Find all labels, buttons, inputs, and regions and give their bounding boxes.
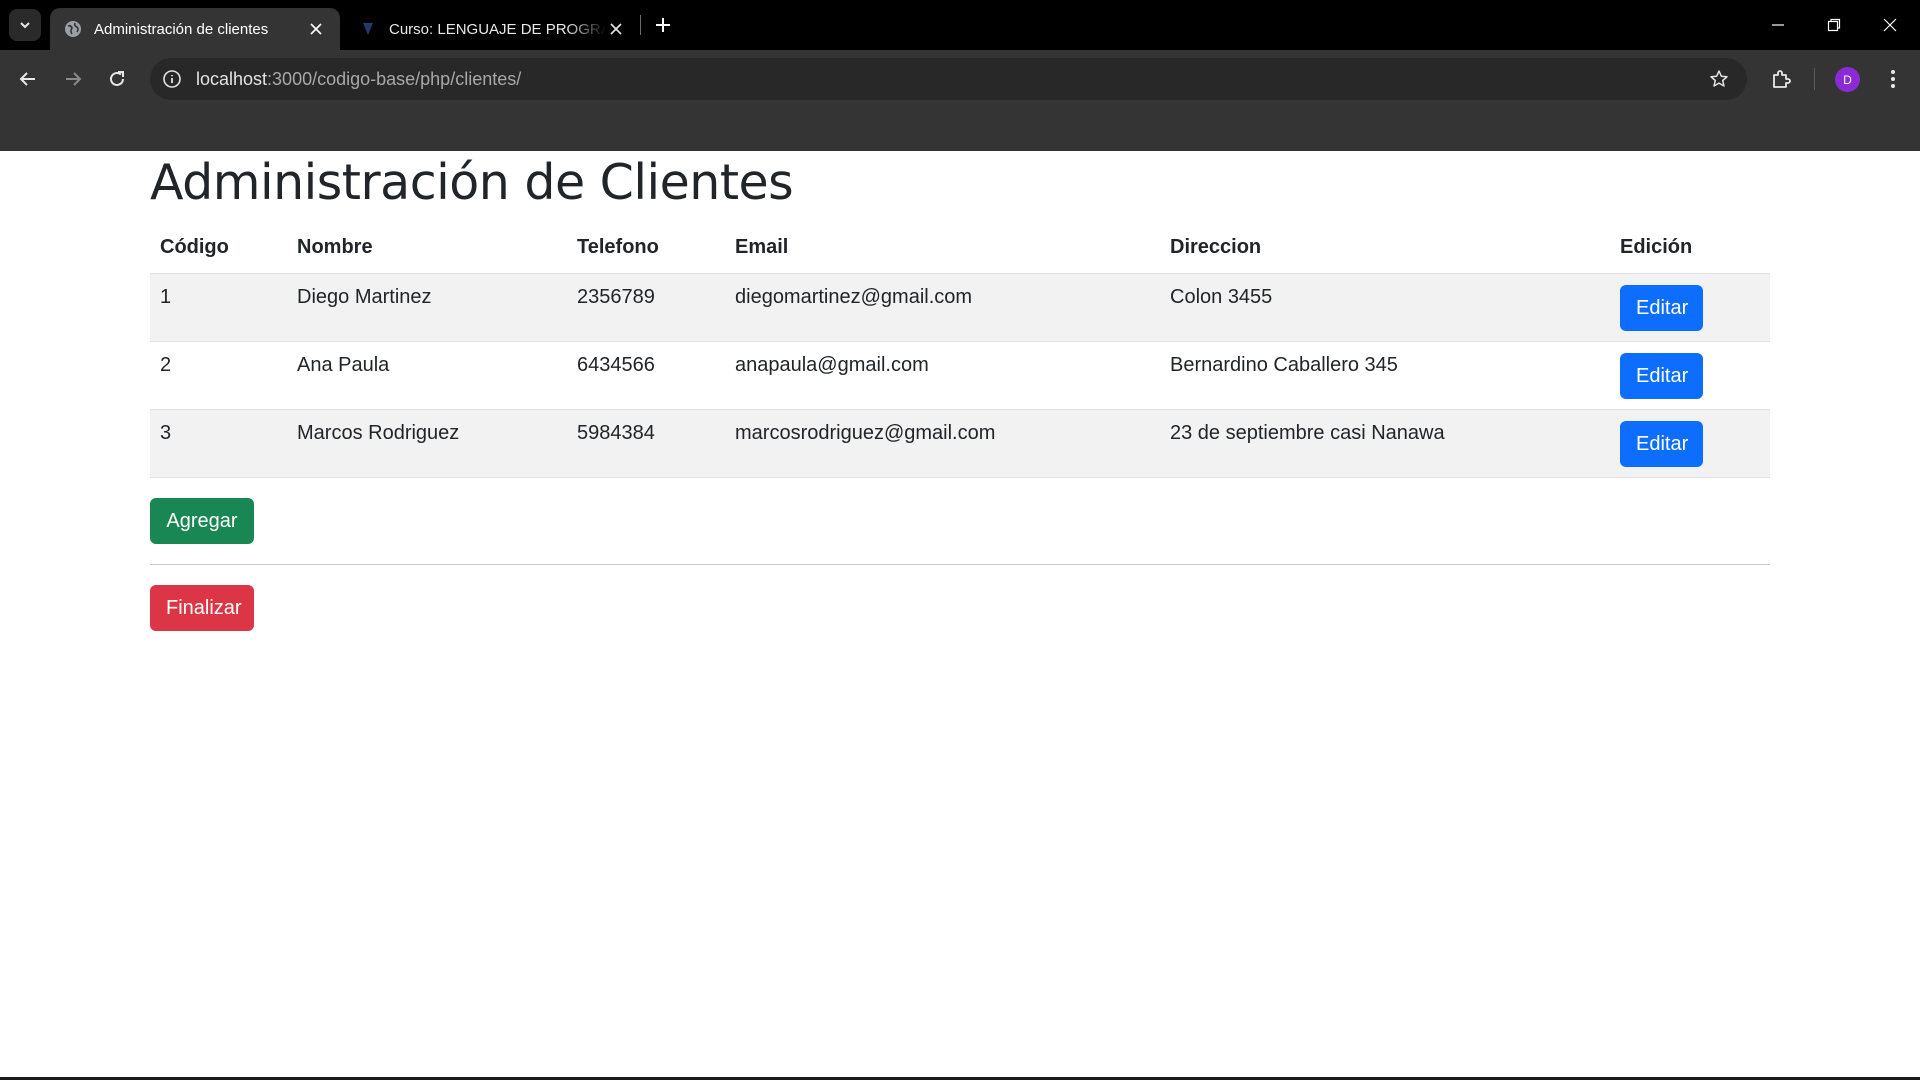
tab-title: Administración de clientes [94,20,269,38]
cell-actions: Editar [1610,341,1770,410]
column-header-codigo: Código [150,223,287,274]
star-icon [1710,70,1728,87]
cell-actions: Editar [1610,273,1770,342]
cell-codigo: 3 [150,409,287,478]
close-tab-button[interactable] [306,19,326,39]
tab-search-icon [20,22,30,29]
site-info-button[interactable] [160,67,184,91]
globe-icon [64,20,82,38]
edit-button[interactable]: Editar [1620,420,1703,467]
profile-avatar[interactable]: D [1835,67,1860,92]
cell-codigo: 2 [150,341,287,410]
cell-nombre: Diego Martinez [287,273,567,342]
minimize-button[interactable] [1750,0,1806,50]
tab-title: Curso: LENGUAJE DE PROGRAMACIÓN [389,20,606,38]
forward-button[interactable] [56,62,90,96]
address-bar[interactable]: localhost:3000/codigo-base/php/clientes/ [150,58,1747,100]
cell-telefono: 6434566 [567,341,725,410]
cell-direccion: 23 de septiembre casi Nanawa [1160,409,1610,478]
tab-strip: Administración de clientes Curso: LENGUA… [0,0,1920,50]
reload-icon [110,71,124,86]
close-icon [610,23,622,35]
restore-icon [1827,18,1841,32]
close-icon [1883,18,1897,32]
url-host: localhost [196,69,268,89]
info-icon [163,70,181,88]
column-header-direccion: Direccion [1160,223,1610,274]
cell-direccion: Bernardino Caballero 345 [1160,341,1610,410]
url-text: localhost:3000/codigo-base/php/clientes/ [196,69,521,90]
cell-nombre: Marcos Rodriguez [287,409,567,478]
table-row: 2 Ana Paula 6434566 anapaula@gmail.com B… [150,341,1770,410]
new-tab-button[interactable] [650,12,676,38]
tab-administracion-clientes[interactable]: Administración de clientes [50,8,340,50]
toolbar-divider [1814,68,1815,90]
browser-toolbar: localhost:3000/codigo-base/php/clientes/… [0,50,1920,151]
cell-direccion: Colon 3455 [1160,273,1610,342]
close-icon [310,23,322,35]
restore-button[interactable] [1806,0,1862,50]
column-header-telefono: Telefono [567,223,725,274]
cell-telefono: 2356789 [567,273,725,342]
extensions-button[interactable] [1766,64,1796,94]
table-row: 1 Diego Martinez 2356789 diegomartinez@g… [150,273,1770,342]
table-row: 3 Marcos Rodriguez 5984384 marcosrodrigu… [150,409,1770,478]
reload-button[interactable] [100,62,134,96]
site-favicon-icon [359,20,377,38]
tab-curso[interactable]: Curso: LENGUAJE DE PROGRAMACIÓN [345,8,640,50]
cell-nombre: Ana Paula [287,341,567,410]
column-header-edicion: Edición [1610,223,1770,274]
finish-button[interactable]: Finalizar [150,584,254,631]
add-client-button[interactable]: Agregar [150,497,254,544]
cell-email: anapaula@gmail.com [725,341,1160,410]
clients-table: Código Nombre Telefono Email Direccion E… [150,223,1770,478]
page-title: Administración de Clientes [150,154,794,211]
browser-menu-button[interactable] [1878,64,1908,94]
extensions-icon [1773,70,1791,88]
kebab-menu-icon [1891,70,1895,88]
bookmark-button[interactable] [1707,67,1731,91]
cell-telefono: 5984384 [567,409,725,478]
cell-email: marcosrodriguez@gmail.com [725,409,1160,478]
minimize-icon [1772,24,1784,26]
forward-icon [66,72,82,86]
column-header-email: Email [725,223,1160,274]
cell-codigo: 1 [150,273,287,342]
page-content: Administración de Clientes Código Nombre… [150,151,1770,631]
table-header-row: Código Nombre Telefono Email Direccion E… [150,223,1770,274]
url-path: :3000/codigo-base/php/clientes/ [267,69,522,89]
column-header-nombre: Nombre [287,223,567,274]
close-tab-button[interactable] [606,19,626,39]
tab-search-button[interactable] [9,9,41,41]
divider [150,563,1770,565]
plus-icon [656,18,670,32]
cell-email: diegomartinez@gmail.com [725,273,1160,342]
back-icon [19,72,35,86]
edit-button[interactable]: Editar [1620,352,1703,399]
close-window-button[interactable] [1862,0,1918,50]
tab-divider [640,15,641,35]
edit-button[interactable]: Editar [1620,284,1703,331]
back-button[interactable] [11,62,45,96]
add-section: Agregar [150,497,1770,544]
cell-actions: Editar [1610,409,1770,478]
